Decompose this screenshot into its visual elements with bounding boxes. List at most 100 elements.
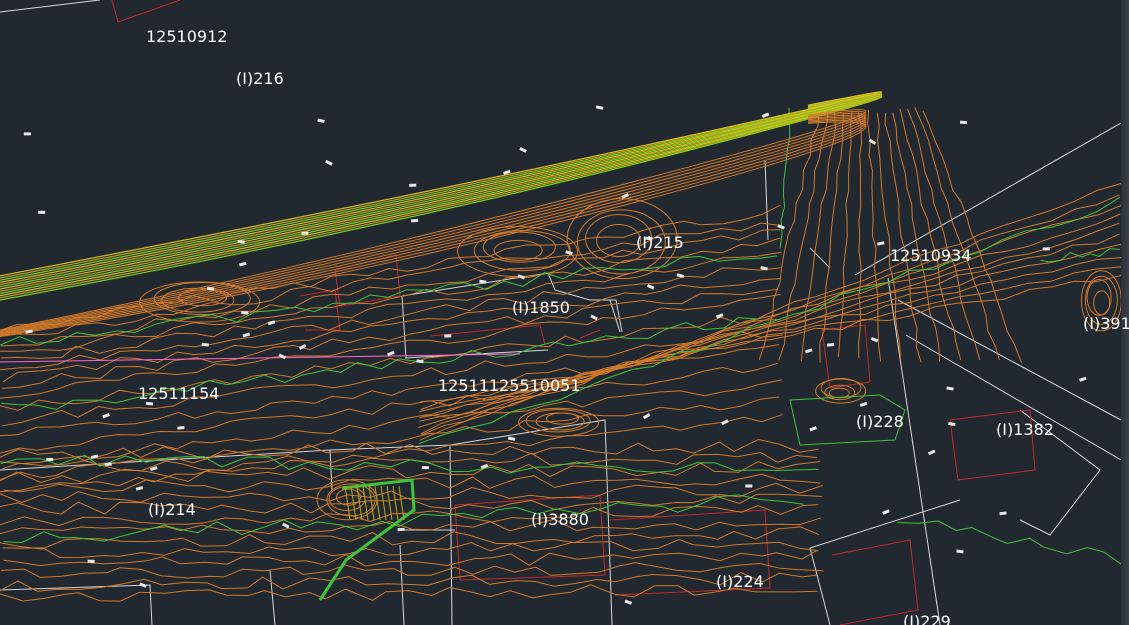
bank-hatch-line [0, 92, 882, 283]
parcel-label-214[interactable]: (I)214 [148, 502, 196, 518]
ramp-outline [318, 478, 416, 601]
survey-marker [410, 218, 419, 223]
survey-marker [177, 425, 185, 430]
contour-line [2, 331, 783, 427]
parcel-line [401, 295, 407, 359]
survey-marker [859, 401, 868, 407]
contour-line [907, 108, 981, 361]
parcel-line [809, 547, 831, 625]
survey-marker [761, 112, 770, 118]
contour-line [876, 112, 902, 360]
survey-marker [241, 310, 249, 315]
contour-line [0, 379, 782, 465]
bank-hatch-line [398, 485, 405, 521]
parcel-label-overlap[interactable]: 12511125510051 [438, 378, 581, 394]
survey-marker [959, 120, 968, 125]
survey-marker [301, 231, 309, 235]
survey-marker [46, 457, 54, 462]
parcel-label-224[interactable]: (I)224 [716, 574, 764, 590]
survey-marker [201, 342, 209, 347]
contour-line [0, 414, 783, 493]
survey-marker [877, 241, 885, 246]
survey-marker [135, 486, 144, 491]
survey-marker [507, 436, 516, 441]
survey-marker [948, 421, 956, 426]
contour-line [0, 562, 824, 579]
survey-marker [646, 283, 655, 290]
contour-line [0, 584, 818, 602]
parcel-line [404, 349, 549, 359]
survey-marker [298, 343, 307, 350]
survey-marker [956, 549, 964, 554]
survey-marker [1042, 247, 1050, 251]
contour-line [837, 111, 853, 358]
parcel-label-229[interactable]: (I)229 [903, 614, 951, 625]
survey-marker [139, 582, 147, 588]
survey-marker [882, 509, 890, 515]
bank-contour-line [0, 118, 867, 335]
survey-marker [826, 343, 835, 347]
contour-line [3, 549, 818, 567]
survey-marker [590, 314, 598, 321]
survey-marker [421, 465, 429, 470]
parcel-label-216[interactable]: (I)216 [236, 71, 284, 87]
survey-marker [517, 274, 526, 280]
survey-marker [999, 511, 1007, 516]
survey-marker [745, 484, 753, 488]
parcel-label-228[interactable]: (I)228 [856, 414, 904, 430]
survey-marker [239, 261, 247, 267]
contour-ring [1093, 290, 1111, 316]
parcel-label-3880[interactable]: (I)3880 [531, 512, 589, 528]
survey-marker [325, 159, 333, 166]
survey-marker [409, 183, 417, 187]
survey-marker [721, 419, 729, 426]
survey-marker [278, 353, 287, 360]
bank-contour-line [0, 109, 867, 331]
parcel-line [399, 544, 405, 625]
parcel-line [269, 569, 276, 625]
survey-marker [23, 132, 31, 136]
parcel-label-1382[interactable]: (I)1382 [996, 422, 1054, 438]
parcel-label-12510912[interactable]: 12510912 [146, 29, 227, 45]
survey-marker [87, 559, 95, 563]
parcel-line [905, 334, 1121, 461]
survey-marker [642, 413, 651, 420]
survey-marker [479, 279, 487, 284]
parcel-label-391[interactable]: (I)391 [1083, 316, 1129, 332]
contour-line-index [897, 520, 1121, 565]
bank-hatch-line [374, 485, 381, 521]
survey-marker [242, 332, 251, 338]
survey-marker [519, 147, 527, 153]
contour-line [2, 538, 819, 559]
parcel-line [764, 159, 769, 241]
survey-marker [804, 348, 813, 354]
parcel-label-12510934[interactable]: 12510934 [890, 248, 971, 264]
parcel-label-215[interactable]: (I)215 [636, 235, 684, 251]
bank-hatch-line [380, 485, 387, 521]
bank-hatch-line [392, 485, 399, 521]
building-outline [579, 329, 601, 339]
parcel-label-1850[interactable]: (I)1850 [512, 300, 570, 316]
survey-marker [927, 449, 936, 456]
survey-marker [282, 522, 290, 529]
survey-marker [104, 462, 112, 466]
survey-marker [317, 118, 325, 124]
building-outline [111, 0, 181, 23]
parcel-line [809, 499, 961, 549]
survey-marker [809, 426, 818, 432]
cad-drawing-viewport[interactable]: 12510912 (I)216 (I)215 (I)1850 12510934 … [0, 0, 1129, 625]
survey-marker [387, 350, 395, 357]
parcel-label-12511154[interactable]: 12511154 [138, 386, 219, 402]
parcel-line [0, 0, 101, 13]
survey-marker [870, 336, 879, 343]
bank-contour-line [0, 112, 867, 333]
contour-ring [828, 387, 850, 399]
survey-marker [38, 210, 46, 214]
survey-marker [595, 105, 604, 110]
survey-marker [102, 413, 110, 419]
contour-line [922, 110, 1022, 363]
survey-marker [444, 334, 452, 338]
viewport-edge [1121, 0, 1129, 625]
parcel-line [0, 584, 153, 625]
survey-marker [397, 527, 405, 532]
